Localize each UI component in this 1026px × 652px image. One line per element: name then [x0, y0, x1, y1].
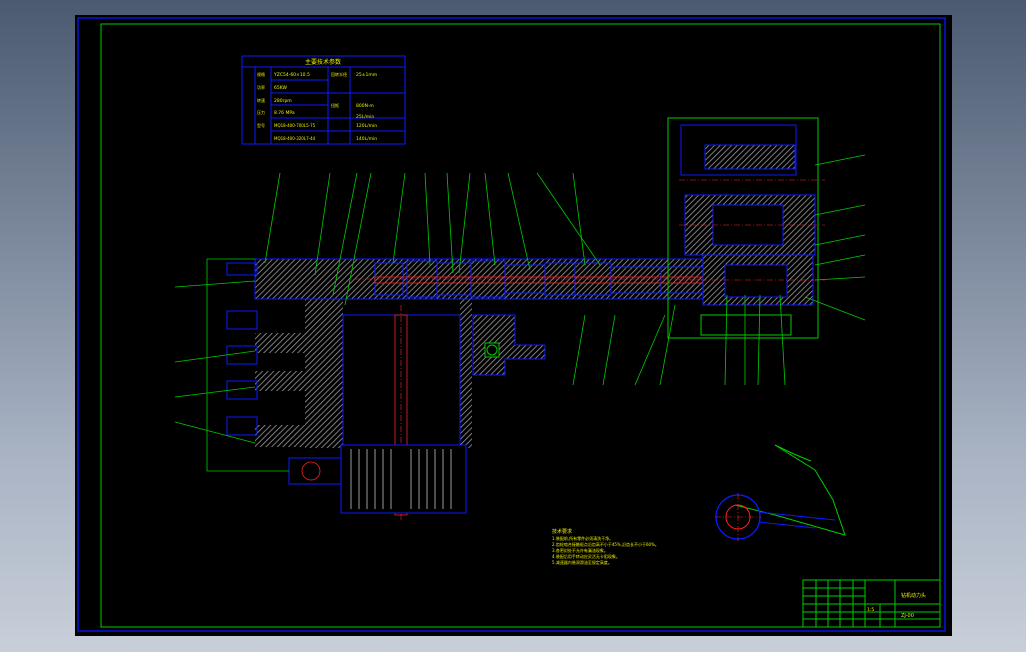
notes-title: 技术要求 — [552, 528, 572, 535]
gearbox-right — [667, 117, 825, 339]
param-row-5-c2: MQ18-400-700L5-75 — [274, 123, 316, 128]
param-row-3-c4: 800N·m — [356, 103, 374, 109]
param-row-5-c1: 型号 — [257, 122, 265, 128]
param-row-3-c3: 扭矩 — [331, 102, 339, 108]
title-block: 钻机动力头 ZJ-00 1:5 — [802, 579, 941, 628]
notes-line-1: 1.装配前,所有零件必须清洗干净。 — [552, 535, 613, 541]
parameters-table-title: 主要技术参数 — [305, 58, 341, 66]
notes-line-5: 5.减速器内装润滑油至规定高度。 — [552, 559, 612, 565]
param-row-1-c3: 回转半径 — [331, 71, 347, 77]
param-row-2-c2: 65KW — [274, 85, 288, 91]
notes-line-4: 4.装配后用手转动应灵活无卡阻现象。 — [552, 553, 620, 559]
notes-line-2: 2.齿轮啮合接触斑点沿齿高不小于45%,沿齿长不小于60%。 — [552, 541, 659, 547]
detail-view-lever — [715, 444, 846, 541]
param-row-4-c1: 压力 — [257, 109, 265, 115]
param-row-4-c2: 8.76 MPa — [274, 110, 295, 116]
param-row-5-c4: 25L/min — [356, 114, 374, 120]
parameters-table: 主要技术参数 规格 YZC54-60×10.5 回转半径 25±1mm 功率 6… — [241, 55, 406, 145]
technical-notes: 技术要求 1.装配前,所有零件必须清洗干净。 2.齿轮啮合接触斑点沿齿高不小于4… — [552, 528, 659, 565]
param-row-1-c2: YZC54-60×10.5 — [273, 72, 310, 78]
notes-line-3: 3.各密封处不允许有漏油现象。 — [552, 547, 608, 553]
param-row-6-c2: MQ18-400-320L7-44 — [274, 136, 316, 141]
param-row-1-c4: 25±1mm — [356, 72, 377, 78]
param-row-6-c4: 140L/min — [356, 136, 377, 142]
param-row-3-c2: 280rpm — [274, 98, 292, 104]
title-block-drawing-title: 钻机动力头 — [901, 592, 926, 599]
cad-viewport[interactable]: 主要技术参数 规格 YZC54-60×10.5 回转半径 25±1mm 功率 6… — [75, 15, 952, 636]
title-block-scale: 1:5 — [867, 607, 874, 613]
param-row-1-c1: 规格 — [257, 71, 265, 77]
title-block-drawing-no: ZJ-00 — [901, 613, 914, 619]
param-row-2-c1: 功率 — [257, 84, 265, 90]
param-row-3-c1: 转速 — [257, 97, 265, 103]
assembly-drawing: 主要技术参数 规格 YZC54-60×10.5 回转半径 25±1mm 功率 6… — [77, 17, 946, 632]
param-row-4-c4: 120L/min — [356, 123, 377, 129]
